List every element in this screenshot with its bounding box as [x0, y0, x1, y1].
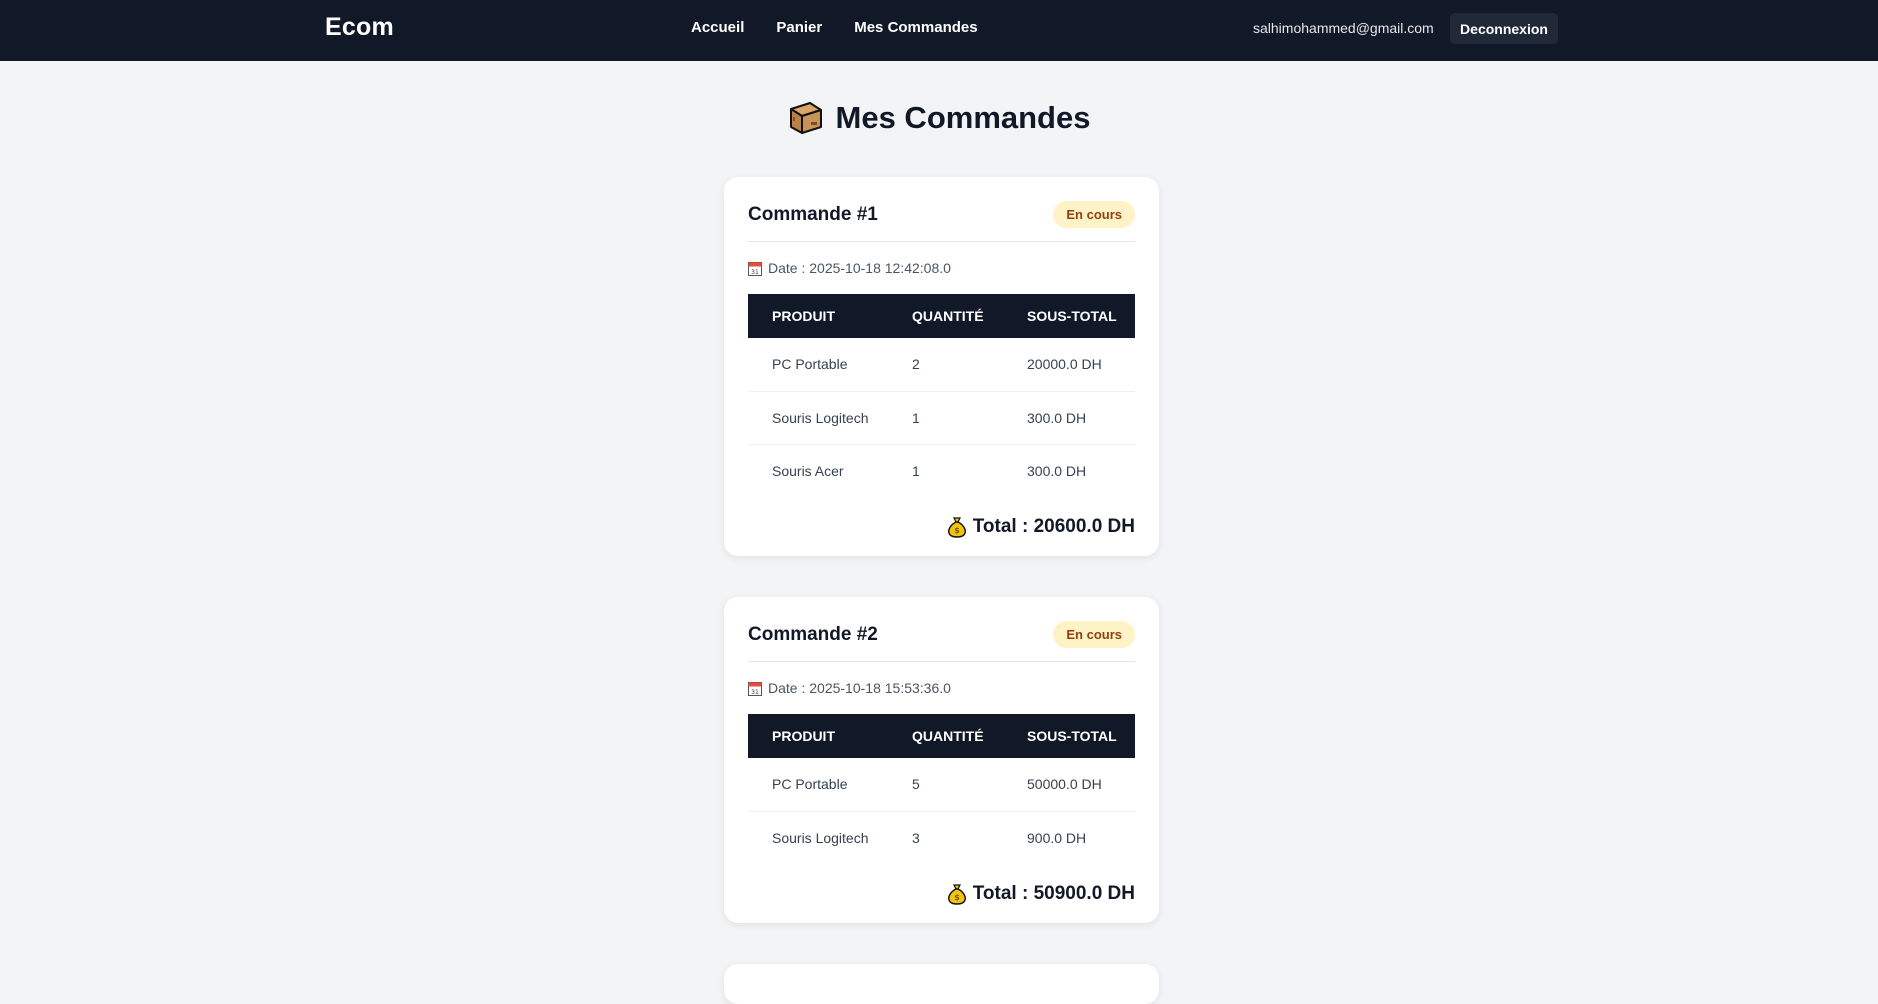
order-total: $ Total : 50900.0 DH [748, 864, 1135, 923]
cell-subtotal: 300.0 DH [1027, 391, 1135, 445]
order-header: Commande #2 En cours [748, 597, 1135, 662]
table-row: PC Portable 5 50000.0 DH [748, 758, 1135, 812]
nav-link-panier[interactable]: Panier [776, 19, 822, 36]
cell-quantity: 3 [912, 829, 920, 846]
cell-product: Souris Logitech [748, 391, 912, 445]
table-header-row: PRODUIT QUANTITÉ SOUS-TOTAL [748, 294, 1135, 338]
order-total: $ Total : 20600.0 DH [748, 497, 1135, 556]
cell-subtotal: 50000.0 DH [1027, 758, 1135, 812]
order-date-text: Date : 2025-10-18 15:53:36.0 [768, 680, 951, 696]
top-navbar: Ecom Accueil Panier Mes Commandes salhim… [0, 0, 1878, 61]
order-title: Commande #1 [748, 203, 878, 225]
order-card-partial [724, 964, 1159, 1004]
brand-logo[interactable]: Ecom [325, 13, 394, 42]
calendar-icon: 31 [748, 261, 762, 276]
cell-quantity: 2 [912, 338, 1027, 392]
logout-button[interactable]: Deconnexion [1450, 13, 1558, 44]
cell-subtotal: 20000.0 DH [1027, 338, 1135, 392]
nav-links: Accueil Panier Mes Commandes [691, 19, 978, 36]
money-bag-icon: $ [947, 883, 967, 905]
column-header-produit: PRODUIT [772, 308, 835, 324]
package-icon [788, 100, 824, 136]
column-header-sous-total: SOUS-TOTAL [1027, 728, 1117, 744]
order-items-table: PRODUIT QUANTITÉ SOUS-TOTAL PC Portable … [748, 294, 1135, 497]
nav-link-mes-commandes[interactable]: Mes Commandes [854, 19, 977, 36]
svg-text:$: $ [954, 526, 960, 535]
order-date: 31 Date : 2025-10-18 15:53:36.0 [748, 662, 1135, 714]
column-header-sous-total: SOUS-TOTAL [1027, 308, 1117, 324]
column-header-quantite: QUANTITÉ [912, 308, 984, 324]
table-header-row: PRODUIT QUANTITÉ SOUS-TOTAL [748, 714, 1135, 758]
order-total-text: Total : 50900.0 DH [972, 882, 1135, 904]
cell-quantity: 1 [912, 391, 1027, 445]
order-date-text: Date : 2025-10-18 12:42:08.0 [768, 260, 951, 276]
table-row: Souris Acer 1 300.0 DH [748, 444, 1135, 497]
cell-subtotal: 900.0 DH [1027, 829, 1087, 846]
table-row: PC Portable 2 20000.0 DH [748, 338, 1135, 392]
nav-link-accueil[interactable]: Accueil [691, 19, 744, 36]
order-total-text: Total : 20600.0 DH [972, 515, 1135, 537]
status-badge: En cours [1053, 201, 1135, 228]
cell-quantity: 1 [912, 462, 920, 479]
svg-text:31: 31 [751, 689, 759, 696]
svg-text:31: 31 [751, 269, 759, 276]
cell-subtotal: 300.0 DH [1027, 462, 1087, 479]
page-title-text: Mes Commandes [835, 100, 1091, 135]
cell-product: PC Portable [748, 758, 912, 812]
order-title: Commande #2 [748, 623, 878, 645]
user-email: salhimohammed@gmail.com [1253, 20, 1434, 36]
page-title: Mes Commandes [0, 100, 1878, 136]
cell-product: PC Portable [748, 338, 912, 392]
order-items-table: PRODUIT QUANTITÉ SOUS-TOTAL PC Portable … [748, 714, 1135, 864]
order-card: Commande #1 En cours 31 Date : 2025-10-1… [724, 177, 1159, 556]
cell-quantity: 5 [912, 758, 1027, 812]
order-header: Commande #1 En cours [748, 177, 1135, 242]
status-badge: En cours [1053, 621, 1135, 648]
table-row: Souris Logitech 3 900.0 DH [748, 811, 1135, 864]
money-bag-icon: $ [947, 516, 967, 538]
order-card: Commande #2 En cours 31 Date : 2025-10-1… [724, 597, 1159, 923]
column-header-quantite: QUANTITÉ [912, 728, 984, 744]
column-header-produit: PRODUIT [772, 728, 835, 744]
svg-text:$: $ [954, 893, 960, 902]
order-date: 31 Date : 2025-10-18 12:42:08.0 [748, 242, 1135, 294]
cell-product: Souris Logitech [772, 829, 869, 846]
cell-product: Souris Acer [772, 462, 844, 479]
calendar-icon: 31 [748, 681, 762, 696]
table-row: Souris Logitech 1 300.0 DH [748, 391, 1135, 445]
